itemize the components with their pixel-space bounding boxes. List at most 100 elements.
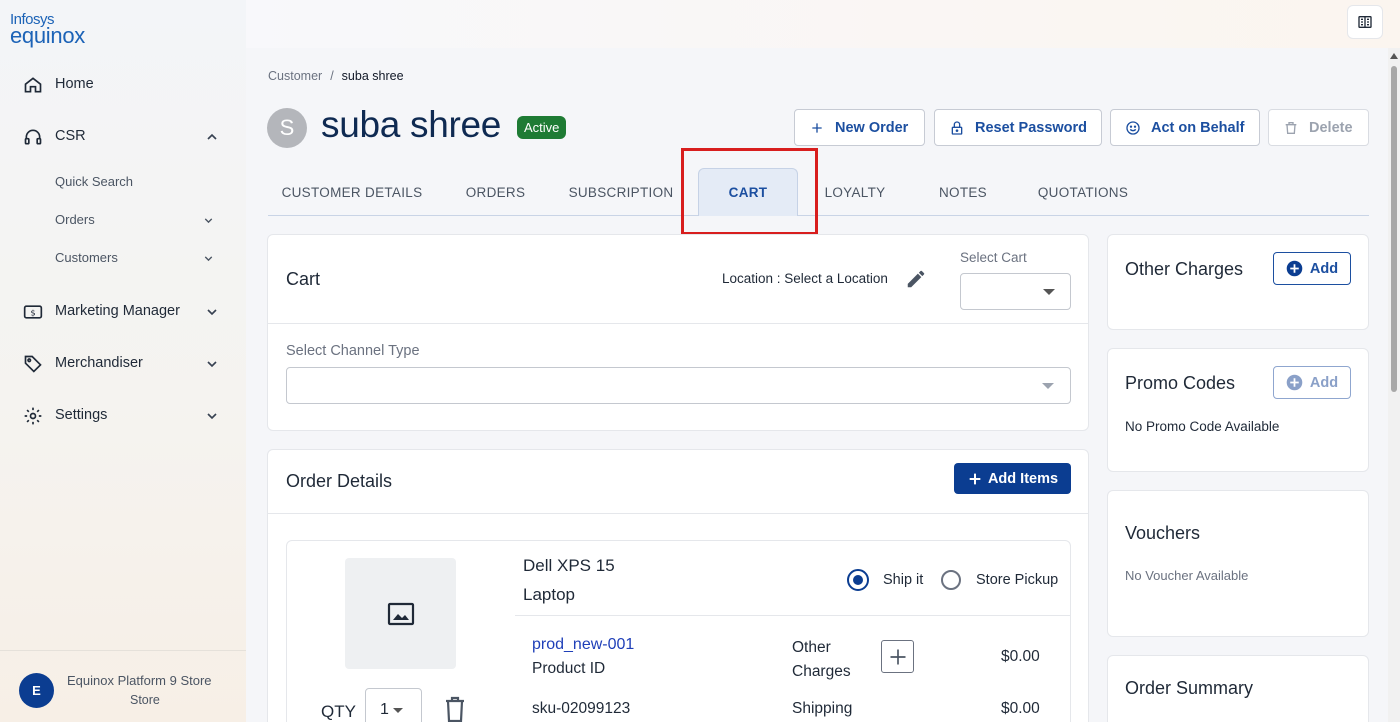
ship-it-radio[interactable]	[847, 569, 869, 591]
other-charges-title: Other Charges	[1125, 259, 1244, 279]
sidebar-item-home[interactable]: Home	[0, 66, 246, 102]
chevron-up-icon[interactable]	[204, 129, 220, 145]
act-on-behalf-button[interactable]: Act on Behalf	[1110, 109, 1260, 146]
sidebar-subitem-orders[interactable]: Orders	[0, 205, 246, 235]
sidebar-subitem-quick-search[interactable]: Quick Search	[0, 167, 246, 197]
tab-orders[interactable]: ORDERS	[453, 168, 538, 216]
reset-password-label: Reset Password	[975, 119, 1088, 136]
no-promo-code-text: No Promo Code Available	[1125, 419, 1280, 434]
sidebar-subitem-label: Quick Search	[55, 174, 134, 189]
page-scrollbar[interactable]	[1388, 48, 1400, 722]
scrollbar-thumb[interactable]	[1391, 66, 1397, 392]
svg-text:$: $	[30, 307, 35, 317]
building-grid-icon	[1357, 14, 1373, 30]
shipping-label: Shipping	[792, 700, 853, 717]
store-pickup-label: Store Pickup	[976, 572, 1059, 588]
sidebar-item-csr[interactable]: CSR	[0, 118, 246, 154]
product-image-placeholder	[345, 558, 456, 669]
sidebar: Infosys equinox Home CSR Quick Search Or…	[0, 0, 246, 722]
qty-dropdown[interactable]: 1	[365, 688, 422, 722]
add-items-button[interactable]: Add Items	[954, 463, 1071, 494]
delete-label: Delete	[1309, 119, 1353, 136]
sidebar-item-settings[interactable]: Settings	[0, 397, 246, 433]
store-type: Store	[130, 693, 160, 707]
plus-circle-icon	[1286, 374, 1303, 391]
divider	[515, 615, 1070, 616]
add-items-label: Add Items	[987, 470, 1059, 487]
chevron-down-icon[interactable]	[202, 214, 215, 227]
sidebar-item-label: Marketing Manager	[55, 303, 180, 319]
image-icon	[387, 602, 415, 626]
status-badge: Active	[517, 116, 567, 139]
tab-loyalty[interactable]: LOYALTY	[816, 168, 894, 216]
tab-customer-details[interactable]: CUSTOMER DETAILS	[268, 168, 436, 216]
sidebar-item-label: Home	[55, 76, 94, 92]
app-switcher-button[interactable]	[1347, 5, 1383, 39]
sidebar-subitem-customers[interactable]: Customers	[0, 243, 246, 273]
vouchers-card	[1107, 490, 1369, 637]
select-cart-label: Select Cart	[960, 250, 1027, 265]
act-on-behalf-label: Act on Behalf	[1151, 119, 1245, 136]
channel-type-label: Select Channel Type	[286, 343, 420, 359]
sidebar-subitem-label: Customers	[55, 250, 118, 265]
other-charges-label: Other Charges	[792, 639, 851, 680]
plus-icon	[809, 120, 825, 136]
add-promo-code-button[interactable]: Add	[1273, 366, 1351, 399]
top-bar	[246, 0, 1400, 48]
breadcrumb-customer-link[interactable]: Customer	[268, 69, 322, 83]
add-other-charges-button[interactable]: Add	[1273, 252, 1351, 285]
trash-icon[interactable]	[443, 696, 467, 722]
headset-icon	[23, 127, 43, 147]
customer-avatar: S	[267, 108, 307, 148]
home-icon	[23, 75, 43, 95]
store-switcher[interactable]: E Equinox Platform 9 Store Store	[0, 650, 246, 722]
caret-down-icon	[393, 708, 403, 713]
dollar-sign-icon: $	[23, 302, 43, 322]
tab-quotations[interactable]: QUOTATIONS	[1030, 168, 1136, 216]
qty-value: 1	[380, 701, 389, 718]
plus-icon	[888, 647, 908, 667]
cart-tab-highlight-box	[681, 148, 818, 235]
chevron-down-icon[interactable]	[204, 304, 220, 320]
cart-title: Cart	[286, 269, 321, 289]
sidebar-item-marketing-manager[interactable]: $ Marketing Manager	[0, 293, 246, 329]
other-charges-value: $0.00	[1001, 648, 1040, 665]
logo-line-2: equinox	[10, 23, 85, 48]
gear-icon	[23, 406, 43, 426]
order-summary-title: Order Summary	[1125, 678, 1254, 698]
promo-codes-title: Promo Codes	[1125, 373, 1236, 393]
channel-type-dropdown[interactable]	[286, 367, 1071, 404]
breadcrumb-current: suba shree	[341, 69, 404, 83]
lock-icon	[949, 120, 965, 136]
product-id-label: Product ID	[532, 660, 606, 677]
customer-tabs: CUSTOMER DETAILS ORDERS SUBSCRIPTION CAR…	[268, 168, 1369, 216]
product-id-link[interactable]: prod_new-001	[532, 636, 634, 654]
trash-icon	[1283, 120, 1299, 136]
product-name: Dell XPS 15 Laptop	[523, 556, 615, 604]
add-other-charge-button[interactable]	[881, 640, 914, 673]
chevron-down-icon[interactable]	[204, 408, 220, 424]
new-order-button[interactable]: New Order	[794, 109, 925, 146]
tab-subscription[interactable]: SUBSCRIPTION	[558, 168, 684, 216]
tag-icon	[23, 354, 43, 374]
order-details-title: Order Details	[286, 471, 393, 491]
divider	[268, 323, 1088, 324]
sidebar-item-label: CSR	[55, 128, 86, 144]
chevron-down-icon[interactable]	[204, 356, 220, 372]
sidebar-item-merchandiser[interactable]: Merchandiser	[0, 345, 246, 381]
add-label: Add	[1309, 374, 1339, 391]
caret-down-icon	[1042, 383, 1054, 389]
scroll-up-arrow-icon[interactable]	[1390, 53, 1398, 59]
select-cart-dropdown[interactable]	[960, 273, 1071, 310]
sidebar-subitem-label: Orders	[55, 212, 95, 227]
qty-label: QTY	[321, 702, 356, 721]
sku-value: sku-02099123	[532, 700, 631, 717]
delete-button[interactable]: Delete	[1268, 109, 1369, 146]
infosys-equinox-logo[interactable]: Infosys equinox	[10, 12, 85, 47]
tab-notes[interactable]: NOTES	[930, 168, 996, 216]
reset-password-button[interactable]: Reset Password	[934, 109, 1102, 146]
plus-circle-icon	[1286, 260, 1303, 277]
edit-pencil-icon[interactable]	[905, 268, 927, 290]
chevron-down-icon[interactable]	[202, 252, 215, 265]
store-pickup-radio[interactable]	[941, 570, 961, 590]
